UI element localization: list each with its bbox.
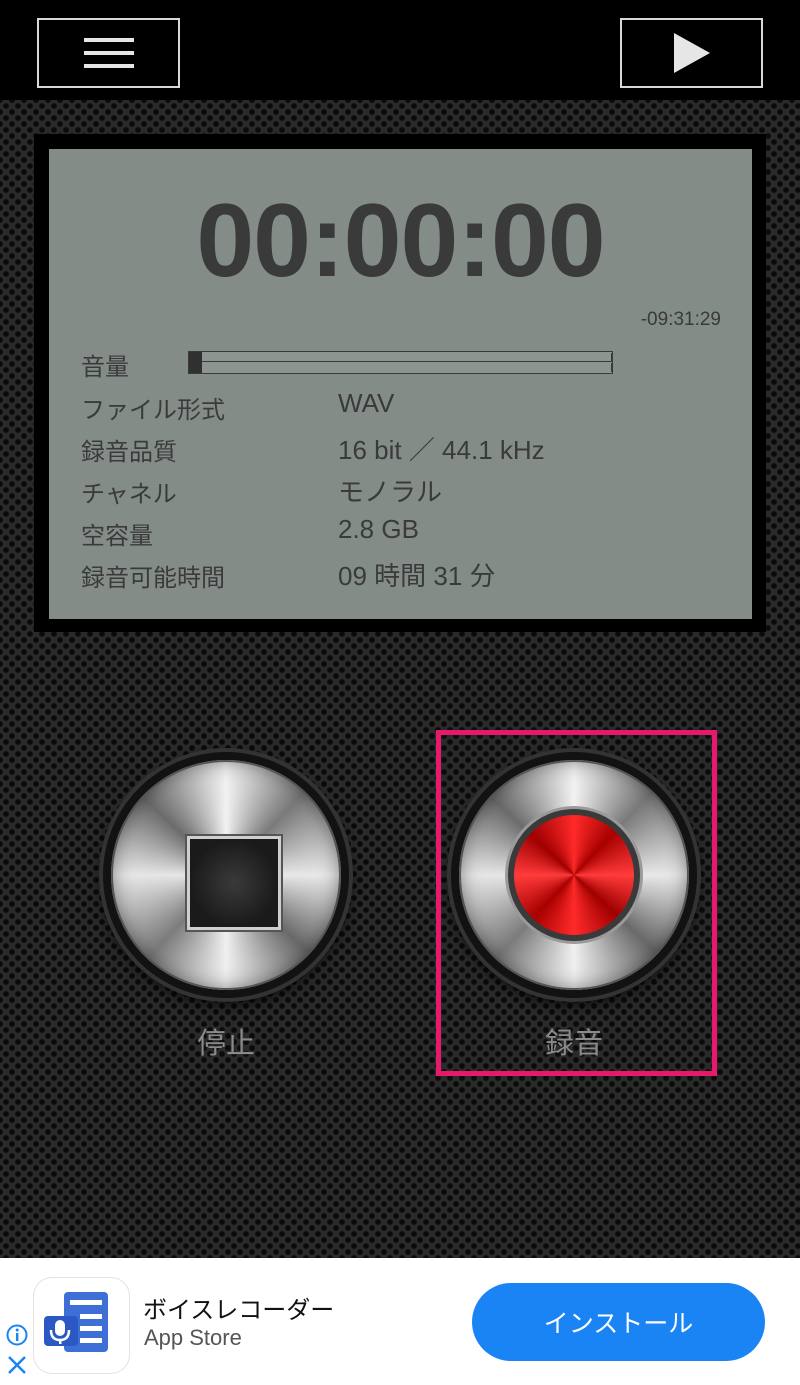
free-space-value: 2.8 GB <box>338 514 419 544</box>
volume-meter <box>188 351 613 374</box>
stop-button-metal <box>111 760 341 990</box>
stop-label: 停止 <box>196 1026 255 1060</box>
top-bar <box>0 0 800 100</box>
quality-label: 録音品質 <box>81 438 177 466</box>
close-icon[interactable] <box>6 1354 28 1376</box>
volume-meter-top-track <box>189 353 612 362</box>
file-format-value: WAV <box>338 388 395 418</box>
elapsed-time: 00:00:00 <box>196 183 605 299</box>
channel-value: モノラル <box>338 477 443 507</box>
volume-level-fill <box>189 352 202 373</box>
play-icon <box>673 33 710 73</box>
volume-label: 音量 <box>81 353 129 381</box>
record-button-metal <box>459 760 689 990</box>
ad-banner[interactable]: ボイスレコーダー App Store インストール <box>0 1258 800 1385</box>
install-button[interactable]: インストール <box>472 1283 765 1361</box>
recorder-display: 00:00:00 -09:31:29 音量 ファイル形式 WAV 録音品質 16… <box>49 149 752 619</box>
recordable-time-value: 09 時間 31 分 <box>338 561 496 591</box>
quality-value: 16 bit ／ 44.1 kHz <box>338 435 545 465</box>
channel-label: チャネル <box>81 480 177 508</box>
stop-square-icon <box>187 836 281 930</box>
ad-store-name: App Store <box>144 1325 242 1350</box>
document-mic-icon <box>44 1292 108 1352</box>
record-button[interactable] <box>451 752 697 998</box>
file-format-label: ファイル形式 <box>81 396 225 424</box>
recordable-time-label: 録音可能時間 <box>81 564 225 592</box>
record-dot-icon <box>514 815 634 935</box>
ad-app-name: ボイスレコーダー <box>143 1296 335 1324</box>
volume-meter-bottom-track <box>189 363 612 372</box>
remaining-time: -09:31:29 <box>640 309 721 330</box>
info-icon[interactable] <box>6 1324 28 1346</box>
menu-button[interactable] <box>37 18 180 88</box>
play-button[interactable] <box>620 18 763 88</box>
hamburger-menu-icon <box>83 38 134 68</box>
stop-button[interactable] <box>103 752 349 998</box>
voice-recorder-app-icon[interactable] <box>34 1278 129 1373</box>
free-space-label: 空容量 <box>81 522 153 550</box>
record-label: 録音 <box>544 1026 603 1060</box>
